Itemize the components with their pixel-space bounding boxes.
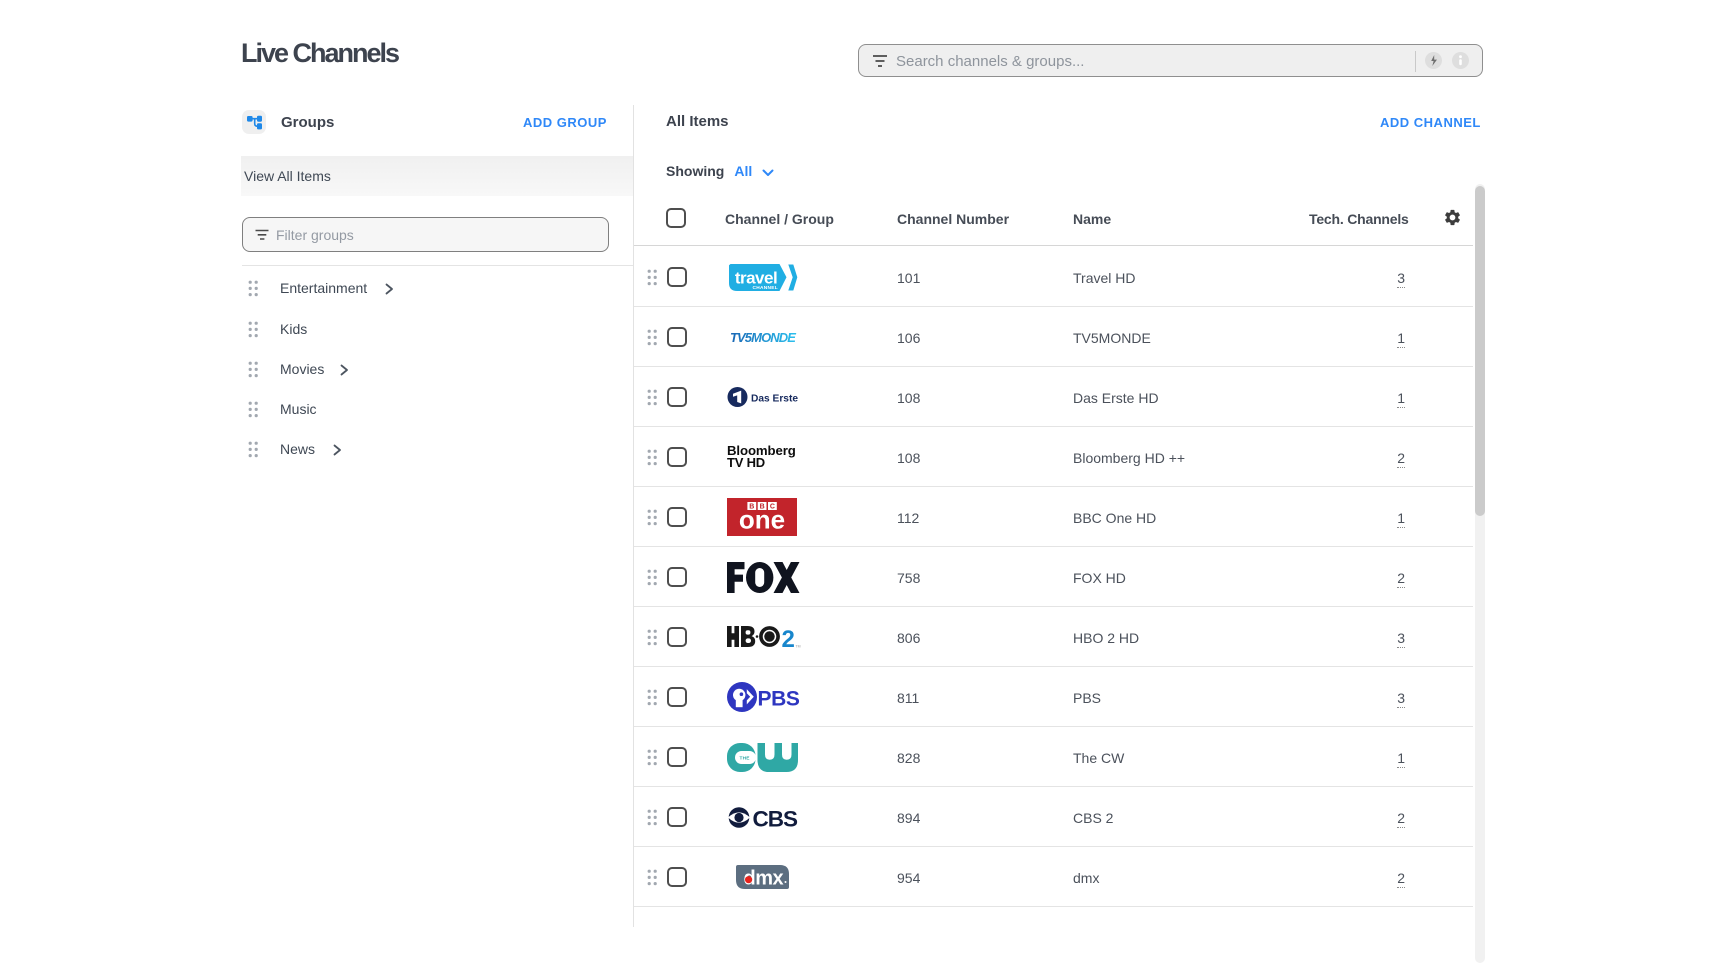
svg-text:travel: travel (734, 268, 776, 287)
svg-text:Das Erste: Das Erste (751, 393, 798, 404)
svg-text:TV5MONDE: TV5MONDE (730, 330, 796, 345)
svg-text:TM: TM (796, 644, 801, 648)
svg-text:2: 2 (782, 626, 795, 653)
svg-text:TV HD: TV HD (727, 455, 765, 470)
svg-text:one: one (739, 505, 785, 535)
svg-text:CBS: CBS (752, 806, 797, 831)
svg-text:CHANNEL: CHANNEL (752, 285, 778, 291)
svg-text:THE: THE (739, 755, 750, 761)
svg-text:PBS: PBS (757, 688, 799, 711)
